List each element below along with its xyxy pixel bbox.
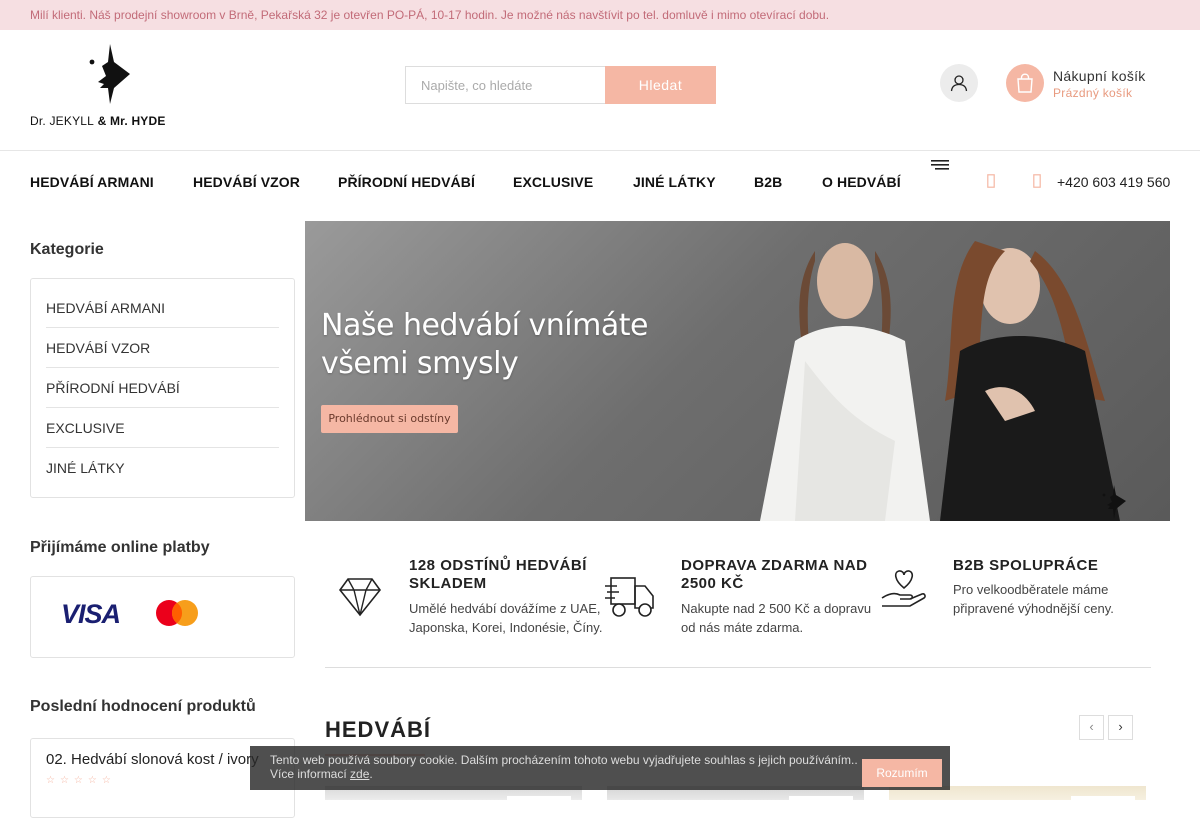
logo-text-part2: Mr. HYDE [109,114,166,128]
feature-desc-b2b: Pro velkoodběratele máme připravené výho… [953,582,1114,616]
review-product-name[interactable]: 02. Hedvábí slonová kost / ivory [46,751,259,768]
banner-headline-line1: Naše hedvábí vnímáte [321,308,648,343]
cookie-more-suffix: . [369,767,373,781]
category-item-exclusive[interactable]: EXCLUSIVE [46,408,279,448]
user-icon [950,75,968,92]
site-header: Dr. JEKYLL & Mr. HYDE Hledat Nákupní koš… [0,30,1200,151]
cookie-accept-button[interactable]: Rozumím [862,759,942,787]
cart-title[interactable]: Nákupní košík [1053,68,1146,84]
main-nav: HEDVÁBÍ ARMANI HEDVÁBÍ VZOR PŘÍRODNÍ HED… [0,151,1200,211]
model-black-silk-image [940,241,1120,521]
truck-icon [605,577,654,617]
nav-item-jine-latky[interactable]: JINÉ LÁTKY [633,174,716,190]
announcement-bar: Milí klienti. Náš prodejní showroom v Br… [0,0,1200,30]
phone-number[interactable]: +420 603 419 560 [1057,174,1170,190]
category-item-hedvabi-armani[interactable]: HEDVÁBÍ ARMANI [46,288,279,328]
cookie-banner: Tento web používá soubory cookie. Dalším… [250,746,950,790]
visa-logo: VISA [61,599,121,629]
feature-desc-shades: Umělé hedvábí dovážíme z UAE, Japonska, … [409,601,603,635]
logo-mark-icon [89,44,130,104]
rating-stars: ☆☆☆☆☆ [46,775,116,786]
nav-item-b2b[interactable]: B2B [754,174,782,190]
banner-cta-button[interactable]: Prohlédnout si odstíny [321,405,458,433]
payment-methods: VISA [30,576,295,658]
nav-item-hedvabi-vzor[interactable]: HEDVÁBÍ VZOR [193,174,300,190]
search-bar: Hledat [405,66,716,104]
nav-item-prirodni-hedvabi[interactable]: PŘÍRODNÍ HEDVÁBÍ [338,174,475,190]
shopping-bag-icon [1017,73,1033,93]
logo-mark-icon [1102,485,1126,519]
feature-desc-shipping: Nakupte nad 2 500 Kč a dopravu od nás má… [681,601,872,635]
cart-button[interactable] [1006,64,1044,102]
feature-title-b2b: B2B SPOLUPRÁCE [953,557,1099,574]
category-item-prirodni-hedvabi[interactable]: PŘÍRODNÍ HEDVÁBÍ [46,368,279,408]
product-badge [789,796,853,800]
cookie-text: Tento web používá soubory cookie. Dalším… [270,753,858,767]
section-divider [325,667,1151,668]
feature-title-shipping: DOPRAVA ZDARMA NAD 2500 KČ [681,557,868,592]
carousel-prev-button[interactable]: ‹ [1079,715,1104,740]
nav-item-hedvabi-armani[interactable]: HEDVÁBÍ ARMANI [30,174,154,190]
section-title: HEDVÁBÍ [325,717,432,742]
logo[interactable]: Dr. JEKYLL & Mr. HYDE [30,44,190,128]
cookie-more-link[interactable]: zde [350,767,369,781]
mastercard-logo [156,600,198,626]
product-badge [1071,796,1135,800]
banner-headline: Naše hedvábí vnímáte všemi smysly [321,307,648,383]
diamond-icon [338,578,382,617]
category-item-jine-latky[interactable]: JINÉ LÁTKY [46,448,279,488]
cookie-more-prefix: Více informací [270,767,351,781]
search-button[interactable]: Hledat [605,66,716,104]
nav-item-o-hedvabi[interactable]: O HEDVÁBÍ [822,174,901,190]
reviews-heading: Poslední hodnocení produktů [30,698,256,715]
category-list: HEDVÁBÍ ARMANI HEDVÁBÍ VZOR PŘÍRODNÍ HED… [30,278,295,498]
logo-text-amp: & [94,114,110,128]
hero-banner[interactable]: Naše hedvábí vnímáte všemi smysly Prohlé… [305,221,1170,521]
payments-heading: Přijímáme online platby [30,539,210,556]
search-input[interactable] [405,66,605,104]
logo-text: Dr. JEKYLL & Mr. HYDE [30,114,166,128]
nav-item-exclusive[interactable]: EXCLUSIVE [513,174,593,190]
phone-icon [1033,174,1041,188]
banner-headline-line2: všemi smysly [321,346,519,381]
cookie-more-info: Více informací zde. [270,767,930,781]
carousel-next-button[interactable]: › [1108,715,1133,740]
feature-title-shades: 128 ODSTÍNŮ HEDVÁBÍ SKLADEM [409,557,587,592]
announcement-text: Milí klienti. Náš prodejní showroom v Br… [30,8,830,22]
product-badge [507,796,571,800]
categories-heading: Kategorie [30,241,104,258]
email-icon[interactable] [987,174,995,188]
hand-heart-icon [881,570,926,607]
account-button[interactable] [940,64,978,102]
logo-text-part1: Dr. JEKYLL [30,114,95,128]
cart-status[interactable]: Prázdný košík [1053,86,1132,100]
category-item-hedvabi-vzor[interactable]: HEDVÁBÍ VZOR [46,328,279,368]
menu-icon[interactable] [931,160,949,170]
